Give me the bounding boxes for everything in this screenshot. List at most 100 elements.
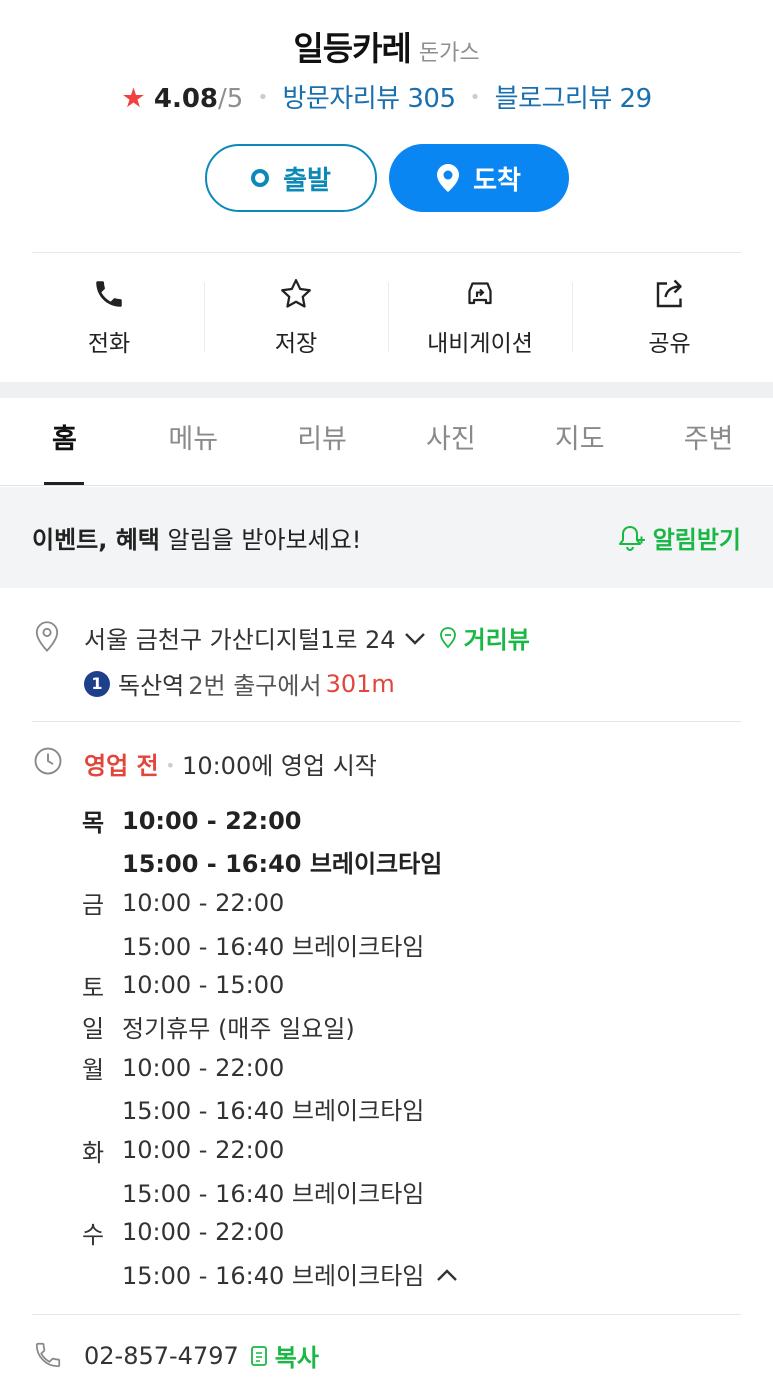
rating-max: /5 [218,84,244,114]
blog-reviews-link[interactable]: 블로그리뷰 29 [495,84,652,114]
share-icon [652,270,688,318]
subway-exit: 2번 출구에서 [188,672,322,700]
hours-day: 금 [82,891,105,920]
hours-day: 일 [82,1015,105,1044]
hours-text: 15:00 - 16:40 브레이크타임 [122,850,443,879]
chevron-down-icon[interactable] [404,624,426,652]
hours-text: 10:00 - 22:00 [122,1053,285,1082]
phone-outline-icon [33,1340,63,1374]
start-route-label: 출발 [283,165,331,196]
divider [32,252,741,253]
address-text: 서울 금천구 가산디지털1로 24 [84,626,396,654]
hours-row: 금 10:00 - 22:00 [82,882,682,923]
arrive-route-label: 도착 [473,165,521,196]
hours-text: 15:00 - 16:40 브레이크타임 [122,1179,425,1208]
start-point-icon [251,169,270,187]
hours-day: 토 [82,973,105,1002]
business-status-desc: 10:00에 영업 시작 [182,752,377,780]
tab-bar: 홈 메뉴 리뷰 사진 지도 주변 [0,398,773,486]
hours-row: 15:00 - 16:40 브레이크타임 [82,1253,682,1294]
section-separator [0,382,773,398]
business-hours-list: 목 10:00 - 22:00 15:00 - 16:40 브레이크타임 금 10:… [82,800,682,1294]
hours-row: 15:00 - 16:40 브레이크타임 [82,1171,682,1212]
navigation-action[interactable]: 내비게이션 [388,270,572,360]
divider [32,721,741,722]
hours-row: 일 정기휴무 (매주 일요일) [82,1006,682,1047]
separator-dot: • [165,756,176,775]
business-status-row: 영업 전 • 10:00에 영업 시작 [84,746,377,781]
subway-line-badge: 1 [84,670,110,697]
hours-row: 15:00 - 16:40 브레이크타임 [82,841,682,882]
save-action[interactable]: 저장 [204,270,388,360]
hours-day: 화 [82,1138,105,1167]
hours-row: 수 10:00 - 22:00 [82,1212,682,1253]
hours-text: 10:00 - 15:00 [122,971,285,1000]
roadview-label: 거리뷰 [463,626,530,654]
notice-bold-text: 이벤트, 혜택 [32,526,160,554]
location-pin-icon [437,164,460,192]
action-bar: 전화 저장 내비게이션 공유 [0,270,773,360]
star-outline-icon [278,270,314,318]
hours-text: 10:00 - 22:00 [122,888,285,917]
tab-reviews[interactable]: 리뷰 [258,398,387,485]
share-action[interactable]: 공유 [572,270,773,360]
share-label: 공유 [648,331,691,357]
title-row: 일등카레 돈가스 [0,22,773,70]
phone-number[interactable]: 02-857-4797 [84,1342,239,1370]
notice-text: 이벤트, 혜택 알림을 받아보세요! [32,520,617,555]
chevron-up-icon[interactable] [436,1260,458,1288]
save-label: 저장 [274,331,318,357]
hours-row: 목 10:00 - 22:00 [82,800,682,841]
place-header: 일등카레 돈가스 ★ 4.08/5 • 방문자리뷰 305 • 블로그리뷰 29 … [0,0,773,382]
copy-icon [250,1345,267,1366]
clock-icon [33,746,63,780]
hours-row: 15:00 - 16:40 브레이크타임 [82,924,682,965]
phone-row: 02-857-4797 복사 [84,1338,319,1373]
hours-text: 10:00 - 22:00 [122,1218,285,1247]
hours-day: 수 [82,1220,105,1249]
tab-menu[interactable]: 메뉴 [129,398,258,485]
car-navigation-icon [462,270,498,318]
hours-row: 토 10:00 - 15:00 [82,965,682,1006]
visitor-reviews-link[interactable]: 방문자리뷰 305 [283,84,457,114]
subway-distance: 301m [325,669,395,698]
notification-banner: 이벤트, 혜택 알림을 받아보세요! 알림받기 [0,487,773,588]
location-pin-outline-icon [33,620,61,658]
hours-text: 정기휴무 (매주 일요일) [122,1015,355,1044]
address-row: 서울 금천구 가산디지털1로 24 거리뷰 [84,620,530,655]
tab-map[interactable]: 지도 [515,398,644,485]
roadview-pin-icon [439,626,456,648]
star-icon: ★ [121,83,146,114]
separator-dot: • [257,87,269,108]
tab-nearby[interactable]: 주변 [644,398,773,485]
copy-phone-button[interactable]: 복사 [249,1338,319,1373]
business-status: 영업 전 [84,752,159,780]
rating-row: ★ 4.08/5 • 방문자리뷰 305 • 블로그리뷰 29 [0,78,773,115]
hours-text: 15:00 - 16:40 브레이크타임 [122,1097,425,1126]
phone-icon [92,270,126,318]
tab-home[interactable]: 홈 [0,398,129,485]
place-category: 돈가스 [418,41,480,66]
subscribe-alert-button[interactable]: 알림받기 [617,520,741,555]
hours-text: 15:00 - 16:40 브레이크타임 [122,1262,425,1291]
call-action[interactable]: 전화 [0,270,204,360]
call-label: 전화 [87,331,131,357]
tab-photos[interactable]: 사진 [386,398,515,485]
hours-day: 목 [82,809,105,838]
bell-plus-icon [618,525,645,551]
divider [32,1314,741,1315]
hours-text: 10:00 - 22:00 [122,806,302,835]
copy-label: 복사 [274,1344,319,1372]
start-route-button[interactable]: 출발 [205,144,377,212]
arrive-route-button[interactable]: 도착 [389,144,569,212]
navigation-label: 내비게이션 [427,331,533,357]
place-name: 일등카레 [293,29,411,68]
separator-dot: • [469,87,481,108]
hours-row: 15:00 - 16:40 브레이크타임 [82,1088,682,1129]
hours-row: 월 10:00 - 22:00 [82,1047,682,1088]
subway-station: 독산역 [118,672,185,700]
subscribe-alert-label: 알림받기 [652,526,741,554]
hours-text: 15:00 - 16:40 브레이크타임 [122,932,425,961]
notice-rest-text: 알림을 받아보세요! [159,526,362,554]
roadview-button[interactable]: 거리뷰 [438,620,530,655]
